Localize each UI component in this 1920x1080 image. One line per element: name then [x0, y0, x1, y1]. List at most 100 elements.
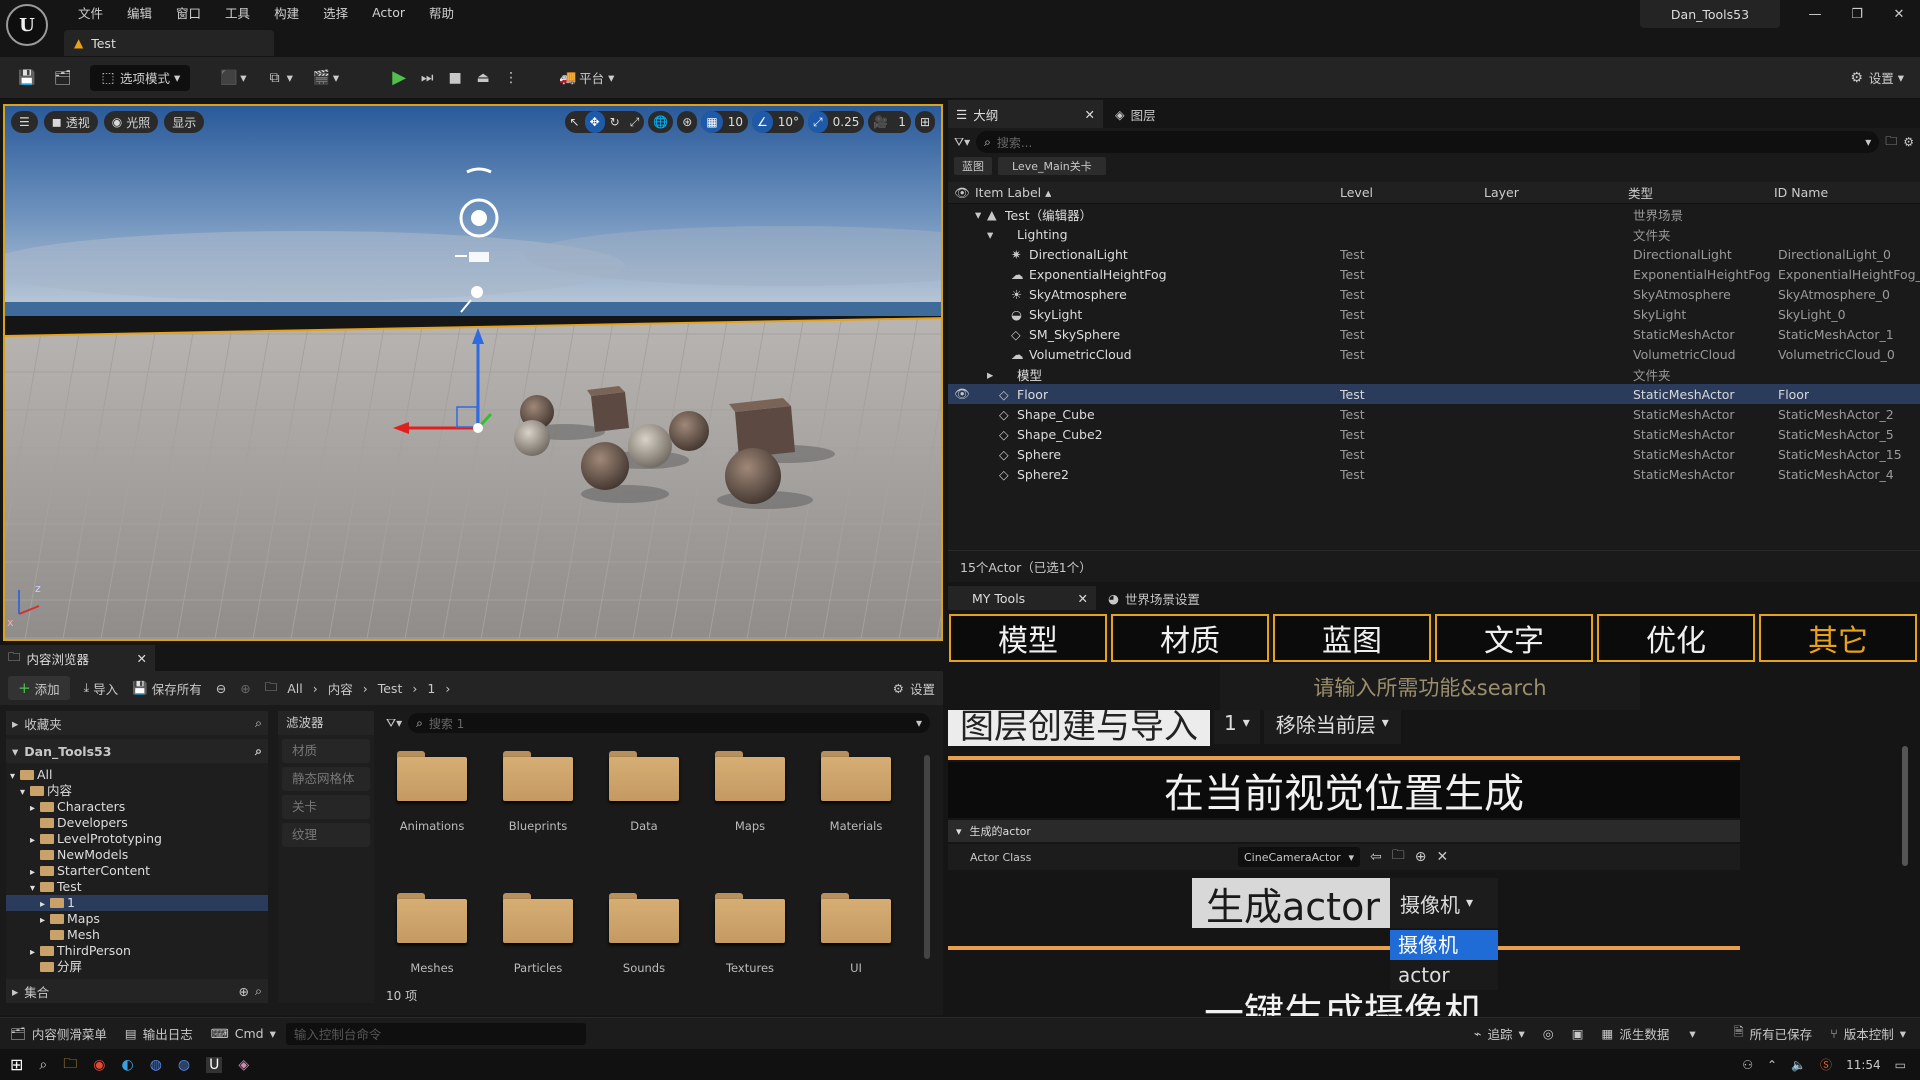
menu-item[interactable]: 窗口	[164, 3, 213, 22]
tree-expander[interactable]	[987, 427, 991, 442]
tree-folder[interactable]: ▾ Test	[6, 879, 268, 895]
outliner-row[interactable]: ☁ ExponentialHeightFog Test ExponentialHeig…	[948, 264, 1920, 284]
project-header[interactable]: ▾ Dan_Tools53 ⌕	[6, 739, 268, 763]
tree-expander[interactable]	[999, 327, 1003, 342]
tree-expander[interactable]	[999, 307, 1003, 322]
search-icon[interactable]: ⌕	[39, 1057, 47, 1073]
tree-expander[interactable]: ▸	[987, 367, 993, 382]
settings-button[interactable]: ⚙ 设置 ▾	[1843, 65, 1910, 91]
maximize-icon[interactable]: ❐	[1836, 7, 1878, 22]
close-icon[interactable]: ✕	[137, 651, 147, 666]
cmd-select[interactable]: ⌨ Cmd ▾	[211, 1026, 276, 1041]
outliner-row[interactable]: ▸ 模型 文件夹	[948, 364, 1920, 384]
filter-icon[interactable]: ⛛▾	[386, 716, 402, 731]
show-button[interactable]: 显示	[164, 111, 205, 133]
outliner-row[interactable]: ☁ VolumetricCloud Test VolumetricCloud Volum…	[948, 344, 1920, 364]
remove-layer-select[interactable]: 移除当前层 ▾	[1263, 710, 1401, 744]
collections-header[interactable]: ▸ 集合 ⊕ ⌕	[6, 979, 268, 1003]
filter-button[interactable]: 纹理	[282, 823, 370, 847]
lit-button[interactable]: ◉ 光照	[103, 111, 159, 133]
tools-search[interactable]: 请输入所需功能&search	[1220, 664, 1640, 710]
search-icon[interactable]: ⌕	[255, 715, 262, 731]
angle-snap[interactable]: ∠ 10°	[751, 111, 805, 133]
asset-scrollbar[interactable]	[924, 755, 930, 959]
chevron-up-icon[interactable]: ⌃	[1767, 1058, 1777, 1072]
use-selected-icon[interactable]: ⇦	[1370, 849, 1382, 865]
favorites-header[interactable]: ▸ 收藏夹 ⌕	[6, 711, 268, 735]
breadcrumb-test[interactable]: Test	[378, 681, 403, 696]
eject-button[interactable]: ⏏	[469, 65, 497, 91]
chrome-icon[interactable]: ◉	[93, 1057, 105, 1073]
asset-folder[interactable]: Meshes	[382, 893, 482, 975]
tree-folder[interactable]: NewModels	[6, 847, 268, 863]
outliner-search[interactable]: ⌕ 搜索... ▾	[976, 131, 1880, 153]
tree-folder[interactable]: ▸ Characters	[6, 799, 268, 815]
asset-folder[interactable]: Sounds	[594, 893, 694, 975]
tab-world-settings[interactable]: ◕ 世界场景设置	[1096, 589, 1212, 608]
dropdown-option-actor[interactable]: actor	[1390, 960, 1498, 990]
network-user-icon[interactable]: ⚇	[1742, 1058, 1753, 1072]
outliner-row[interactable]: ◒ SkyLight Test SkyLight SkyLight_0	[948, 304, 1920, 324]
filter-icon[interactable]: ⛛▾	[954, 135, 970, 150]
asset-search[interactable]: ⌕ 搜索 1 ▾	[408, 713, 930, 733]
close-icon[interactable]: ✕	[1878, 7, 1920, 22]
tree-expander[interactable]: ▾	[30, 881, 40, 897]
spawned-actor-section[interactable]: ▾ 生成的actor	[948, 820, 1740, 842]
filter-chip-blueprint[interactable]: 蓝图	[954, 157, 992, 175]
layout-button[interactable]: ⊞	[914, 111, 935, 133]
asset-folder[interactable]: UI	[806, 893, 906, 975]
outliner-row[interactable]: ◇ Shape_Cube2 Test StaticMeshActor StaticMes…	[948, 424, 1920, 444]
stop-button[interactable]: ■	[441, 65, 469, 91]
asset-folder[interactable]: Materials	[806, 751, 906, 833]
asset-folder[interactable]: Blueprints	[488, 751, 588, 833]
category-button[interactable]: 模型	[949, 614, 1107, 662]
scale-tool-icon[interactable]: ⤢	[625, 111, 645, 133]
tree-folder[interactable]: ▸ 1	[6, 895, 268, 911]
menu-item[interactable]: Actor	[360, 5, 417, 20]
gear-icon[interactable]: ⚙	[1903, 135, 1914, 149]
level-viewport[interactable]: z x ☰ ◼ 透视 ◉ 光照 显示 ↖ ✥ ↻ ⤢ 🌐 ⊛ ▦ 10 ∠ 10° ⤢ 0…	[3, 104, 943, 641]
outliner-row[interactable]: ◇ Sphere2 Test StaticMeshActor StaticMeshAct…	[948, 464, 1920, 484]
search-icon[interactable]: ⌕	[255, 743, 262, 759]
trace-button[interactable]: ⌁ 追踪 ▾	[1474, 1024, 1525, 1043]
output-log-button[interactable]: ▤ 输出日志	[125, 1024, 193, 1043]
tree-expander[interactable]: ▾	[10, 769, 20, 785]
filter-button[interactable]: 关卡	[282, 795, 370, 819]
menu-item[interactable]: 编辑	[115, 3, 164, 22]
breadcrumb-all[interactable]: All	[287, 681, 303, 696]
tools-scrollbar[interactable]	[1902, 746, 1908, 866]
column-layer[interactable]: Layer	[1484, 185, 1519, 200]
console-input[interactable]: 输入控制台命令	[285, 1022, 586, 1045]
unreal-taskbar-icon[interactable]: U	[206, 1056, 223, 1073]
outliner-row[interactable]: ✷ DirectionalLight Test DirectionalLight Dir…	[948, 244, 1920, 264]
save-all-button[interactable]: 💾 保存所有	[132, 679, 202, 698]
outliner-row[interactable]: ◇ Shape_Cube Test StaticMeshActor StaticMesh…	[948, 404, 1920, 424]
tab-my-tools[interactable]: MY Tools ✕	[948, 586, 1096, 610]
menu-item[interactable]: 工具	[213, 3, 262, 22]
select-tool-icon[interactable]: ↖	[565, 111, 585, 133]
spawn-actor-button[interactable]: 生成actor	[1192, 878, 1394, 929]
browse-icon[interactable]: 🗂	[48, 65, 76, 91]
tree-expander[interactable]	[987, 447, 991, 462]
tree-expander[interactable]: ▾	[20, 785, 30, 801]
record-icon[interactable]: ◎	[1543, 1026, 1554, 1041]
tree-folder[interactable]: ▾ All	[6, 767, 268, 783]
tree-expander[interactable]	[999, 247, 1003, 262]
step-button[interactable]: ⏭	[413, 65, 441, 91]
category-button[interactable]: 文字	[1435, 614, 1593, 662]
blueprint-button[interactable]: ⧉ ▾	[261, 65, 299, 91]
cb-settings-button[interactable]: ⚙ 设置	[893, 679, 935, 698]
menu-item[interactable]: 选择	[311, 3, 360, 22]
layer-select[interactable]: 1 ▾	[1214, 710, 1260, 744]
tree-folder[interactable]: ▸ ThirdPerson	[6, 943, 268, 959]
spawn-type-select[interactable]: 摄像机 ▾	[1390, 878, 1498, 928]
app-icon[interactable]: ◍	[178, 1057, 190, 1073]
world-icon[interactable]: 🌐	[648, 111, 673, 133]
tree-folder[interactable]: ▾ 内容	[6, 783, 268, 799]
viewport-menu-button[interactable]: ☰	[11, 111, 38, 133]
outliner-row[interactable]: 👁 ◇ Floor Test StaticMeshActor Floor	[948, 384, 1920, 404]
tab-content-browser[interactable]: 🗀 内容浏览器 ✕	[0, 645, 155, 671]
cinematics-button[interactable]: 🎬 ▾	[307, 65, 345, 91]
outliner-row[interactable]: ◇ SM_SkySphere Test StaticMeshActor StaticMe…	[948, 324, 1920, 344]
tree-expander[interactable]	[999, 267, 1003, 282]
